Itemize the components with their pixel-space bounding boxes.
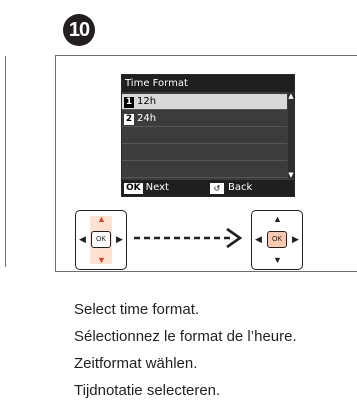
menu-item-empty bbox=[122, 128, 287, 144]
lcd-title: Time Format bbox=[122, 75, 294, 92]
menu-item-number: 1 bbox=[124, 97, 134, 108]
ok-button-highlighted-icon: OK bbox=[267, 231, 287, 248]
menu-item-12h[interactable]: 1 12h bbox=[122, 94, 287, 110]
left-arrow-icon: ◀ bbox=[255, 234, 262, 244]
back-label: Back bbox=[228, 182, 253, 193]
instruction-fr: Sélectionnez le format de l’heure. bbox=[74, 328, 297, 345]
lcd-footer: OK Next ↺ Back bbox=[122, 180, 294, 196]
ok-button-icon: OK bbox=[91, 231, 111, 248]
left-arrow-icon: ◀ bbox=[79, 234, 86, 244]
ok-key-icon: OK bbox=[124, 182, 143, 194]
menu-item-24h[interactable]: 2 24h bbox=[122, 111, 287, 127]
lcd-screen: Time Format 1 12h 2 24h ▲ ▼ OK Next ↺ Back bbox=[121, 74, 295, 197]
down-arrow-icon: ▼ bbox=[97, 255, 106, 265]
scroll-down-icon: ▼ bbox=[288, 171, 294, 179]
up-arrow-icon: ▲ bbox=[97, 214, 106, 224]
step-number-badge: 10 bbox=[63, 14, 95, 46]
menu-item-number: 2 bbox=[124, 114, 134, 125]
down-arrow-icon: ▼ bbox=[273, 255, 282, 265]
back-key-icon: ↺ bbox=[210, 182, 224, 194]
menu-item-empty bbox=[122, 145, 287, 161]
next-label: Next bbox=[145, 182, 169, 193]
control-pad-up-down: ▲ ▼ ◀ ▶ OK bbox=[75, 210, 127, 270]
up-arrow-icon: ▲ bbox=[273, 214, 282, 224]
then-arrow-icon bbox=[134, 227, 243, 249]
page-divider bbox=[0, 56, 6, 267]
instruction-nl: Tijdnotatie selecteren. bbox=[74, 382, 221, 399]
instruction-en: Select time format. bbox=[74, 301, 200, 318]
next-hint: OK Next bbox=[124, 182, 169, 194]
menu-item-label: 24h bbox=[137, 113, 157, 124]
right-arrow-icon: ▶ bbox=[116, 234, 123, 244]
control-pad-ok: ▲ ▼ ◀ ▶ OK bbox=[251, 210, 303, 270]
menu-item-empty bbox=[122, 162, 287, 178]
back-hint: ↺ Back bbox=[210, 182, 252, 194]
scroll-up-icon: ▲ bbox=[288, 92, 294, 100]
scrollbar[interactable]: ▲ ▼ bbox=[288, 92, 294, 179]
instruction-de: Zeitformat wählen. bbox=[74, 355, 198, 372]
menu-item-label: 12h bbox=[137, 96, 157, 107]
right-arrow-icon: ▶ bbox=[292, 234, 299, 244]
